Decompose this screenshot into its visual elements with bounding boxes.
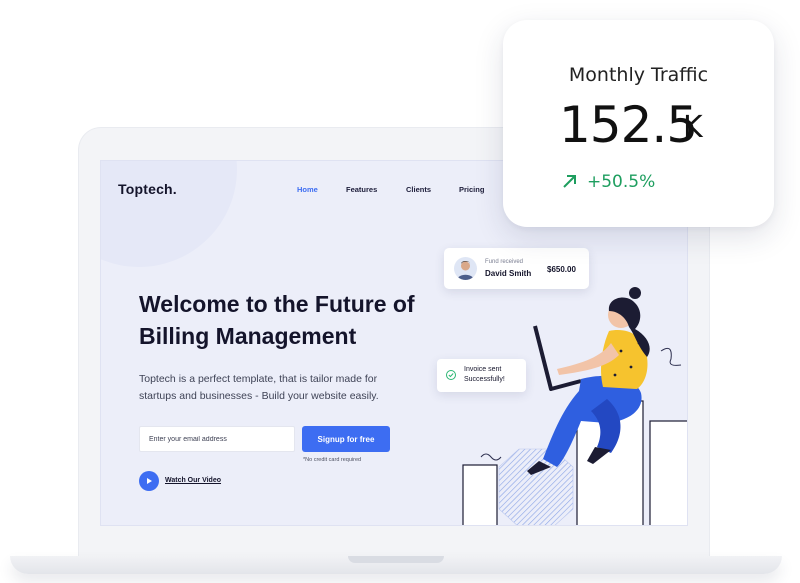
traffic-value: 152.5	[559, 96, 698, 154]
brand-logo[interactable]: Toptech.	[118, 181, 177, 197]
play-video-button[interactable]	[139, 471, 159, 491]
hero-illustration	[462, 287, 687, 525]
invoice-line-1: Invoice sent	[464, 366, 502, 373]
user-avatar-icon	[457, 261, 474, 280]
play-icon	[147, 478, 152, 484]
traffic-title: Monthly Traffic	[568, 64, 709, 86]
nav-pricing[interactable]: Pricing	[459, 185, 484, 194]
monthly-traffic-card: Monthly Traffic 152.5 K +50.5%	[503, 20, 774, 227]
laptop-notch	[348, 556, 444, 563]
fund-received-card: Fund received David Smith $650.00	[444, 248, 589, 289]
hero-subtitle: Toptech is a perfect template, that is t…	[139, 373, 379, 402]
hero-title: Welcome to the Future of Billing Managem…	[139, 291, 415, 349]
invoice-sent-card: Invoice sent Successfully!	[437, 359, 526, 392]
trend-up-arrow-icon	[563, 175, 576, 188]
traffic-unit: K	[683, 110, 703, 145]
nav-clients[interactable]: Clients	[406, 185, 431, 194]
traffic-change: +50.5%	[587, 172, 656, 192]
email-input[interactable]	[139, 426, 295, 452]
nav-features[interactable]: Features	[346, 185, 377, 194]
invoice-status-text: Invoice sent Successfully!	[464, 365, 505, 385]
fund-received-label: Fund received	[485, 259, 524, 265]
watch-video-link[interactable]: Watch Our Video	[165, 477, 221, 484]
signup-button[interactable]: Signup for free	[302, 426, 390, 452]
fund-sender-name: David Smith	[485, 269, 532, 278]
no-credit-card-note: *No credit card required	[303, 457, 362, 463]
avatar	[454, 257, 477, 280]
decorative-blob	[101, 161, 237, 267]
nav-home[interactable]: Home	[297, 185, 318, 194]
check-circle-icon	[446, 370, 456, 380]
fund-amount: $650.00	[547, 265, 576, 274]
invoice-line-2: Successfully!	[464, 376, 505, 383]
